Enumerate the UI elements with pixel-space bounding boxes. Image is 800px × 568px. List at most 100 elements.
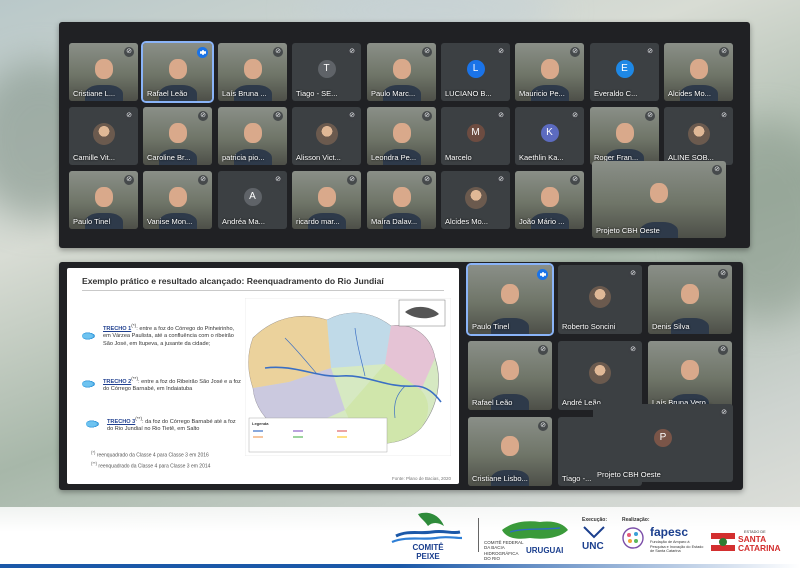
participant-face (392, 59, 411, 80)
participant-tile[interactable]: M ⊘ Marcelo (441, 107, 510, 165)
participant-tile[interactable]: ⊘ ALINE SOB... (664, 107, 733, 165)
participant-face (392, 123, 411, 144)
participant-name: Paulo Tinel (73, 217, 111, 226)
slide-title: Exemplo prático e resultado alcançado: R… (82, 276, 384, 286)
participant-tile[interactable]: ⊘ Laís Bruna Vero... (648, 341, 732, 410)
mic-muted-icon: ⊘ (718, 269, 728, 279)
trecho-2-label: TRECHO 2 (103, 378, 132, 385)
realizacao-label: Realização: (622, 517, 650, 523)
participant-tile[interactable]: ⊘ André Leão (558, 341, 642, 410)
participant-tile[interactable]: K ⊘ Kaethlin Ka... (515, 107, 584, 165)
participant-tile[interactable]: Paulo Tinel (466, 263, 554, 336)
mic-muted-icon: ⊘ (496, 175, 506, 185)
participant-face (243, 123, 262, 144)
participant-name: patricia pio... (222, 153, 265, 162)
mic-muted-icon: ⊘ (422, 111, 432, 121)
participant-tile[interactable]: ⊘ Denis Silva (648, 265, 732, 334)
mic-muted-icon: ⊘ (273, 47, 283, 57)
participant-tile[interactable]: P ⊘ Projeto CBH Oeste (593, 404, 733, 482)
participant-name: Roberto Soncini (562, 322, 616, 331)
participant-tile[interactable]: ⊘ Alcides Mo... (441, 171, 510, 229)
participant-face (501, 436, 519, 457)
participant-name: Projeto CBH Oeste (597, 470, 661, 479)
sc-name: SANTA CATARINA (738, 535, 781, 553)
mic-muted-icon: ⊘ (538, 345, 548, 355)
participant-name: Rafael Leão (147, 89, 188, 98)
participant-face (243, 59, 262, 80)
participant-tile[interactable]: ⊘ Projeto CBH Oeste (592, 161, 726, 238)
participant-name: Paulo Marc... (371, 89, 416, 98)
trecho-2: TRECHO 2(**): entre a foz do Ribeirão Sã… (103, 376, 243, 394)
avatar (589, 361, 611, 384)
participant-tile[interactable]: ⊘ Rafael Leão (468, 341, 552, 410)
mic-muted-icon: ⊘ (538, 421, 548, 431)
participant-tile[interactable]: L ⊘ LUCIANO B... (441, 43, 510, 101)
participant-tile[interactable]: ⊘ Roberto Soncini (558, 265, 642, 334)
participant-tile[interactable]: Rafael Leão (141, 41, 214, 103)
participant-tile[interactable]: A ⊘ Andréa Ma... (218, 171, 287, 229)
participant-face (501, 360, 519, 381)
participant-tile[interactable]: ⊘ Mauricio Pe... (515, 43, 584, 101)
mic-muted-icon: ⊘ (628, 269, 638, 279)
jundiai-basin-map: Legenda (245, 298, 451, 456)
participant-tile[interactable]: ⊘ Cristiane L... (69, 43, 138, 101)
comite-peixe-name: COMITÊ PEIXE (408, 543, 448, 561)
water-icon (82, 380, 96, 388)
avatar: L (466, 59, 485, 78)
participant-tile[interactable]: ⊘ Camille Vit... (69, 107, 138, 165)
participant-tile[interactable]: ⊘ Paulo Tinel (69, 171, 138, 229)
mic-muted-icon: ⊘ (628, 345, 638, 355)
uruguai-caption: COMITÊ FEDERAL DA BACIA HIDROGRÁFICA DO … (484, 540, 524, 562)
participant-tile[interactable]: ⊘ Caroline Br... (143, 107, 212, 165)
participant-tile[interactable]: ⊘ João Mário ... (515, 171, 584, 229)
participant-name: João Mário ... (519, 217, 565, 226)
participant-name: Vanise Mon... (147, 217, 193, 226)
participant-tile[interactable]: ⊘ patricia pio... (218, 107, 287, 165)
participant-name: Denis Silva (652, 322, 690, 331)
participant-face (689, 59, 708, 80)
participant-tile[interactable]: ⊘ Vanise Mon... (143, 171, 212, 229)
comite-line: COMITÊ (412, 543, 444, 552)
mic-muted-icon: ⊘ (712, 165, 722, 175)
participant-face (681, 360, 699, 381)
participant-tile[interactable]: ⊘ Leondra Pe... (367, 107, 436, 165)
avatar (92, 122, 115, 145)
participant-tile[interactable]: ⊘ Alcides Mo... (664, 43, 733, 101)
execucao-label: Execução: (582, 517, 608, 523)
participant-tile[interactable]: ⊘ Cristiane Lisbo... (468, 417, 552, 486)
trecho-3: TRECHO 3(**): da foz do Córrego Barnabé … (107, 416, 243, 434)
avatar: K (540, 123, 559, 142)
mic-muted-icon: ⊘ (570, 111, 580, 121)
participant-tile[interactable]: ⊘ Paulo Marc... (367, 43, 436, 101)
mic-muted-icon: ⊘ (496, 47, 506, 57)
mic-muted-icon: ⊘ (198, 111, 208, 121)
participant-tile[interactable]: T ⊘ Tiago - SE... (292, 43, 361, 101)
footer-stripe (0, 564, 800, 568)
participant-name: Projeto CBH Oeste (596, 226, 660, 235)
footer-divider (478, 518, 479, 552)
footnote-1-mark: (*) (91, 450, 96, 455)
mic-muted-icon: ⊘ (719, 47, 729, 57)
participant-name: Everaldo C... (594, 89, 638, 98)
participant-tile[interactable]: ⊘ Alisson Vict... (292, 107, 361, 165)
water-icon (82, 332, 96, 340)
sc-line2: CATARINA (738, 543, 781, 553)
mic-muted-icon: ⊘ (645, 47, 655, 57)
mic-muted-icon: ⊘ (347, 111, 357, 121)
peixe-line: PEIXE (416, 552, 440, 561)
participant-tile[interactable]: ⊘ Maíra Dalav... (367, 171, 436, 229)
participant-tile[interactable]: E ⊘ Everaldo C... (590, 43, 659, 101)
mic-muted-icon: ⊘ (718, 345, 728, 355)
participant-tile[interactable]: ⊘ Laís Bruna ... (218, 43, 287, 101)
speaking-indicator-icon (537, 269, 548, 280)
participant-tile[interactable]: ⊘ ricardo mar... (292, 171, 361, 229)
mic-muted-icon: ⊘ (570, 47, 580, 57)
participant-face (681, 284, 699, 305)
participant-name: Laís Bruna ... (222, 89, 267, 98)
participant-tile[interactable]: ⊘ Roger Fran... (590, 107, 659, 165)
fapesc-name: fapesc (650, 525, 689, 539)
santa-catarina-flag-icon (711, 533, 735, 551)
mic-muted-icon: ⊘ (273, 175, 283, 185)
participant-face (615, 123, 634, 144)
participant-face (94, 59, 113, 80)
